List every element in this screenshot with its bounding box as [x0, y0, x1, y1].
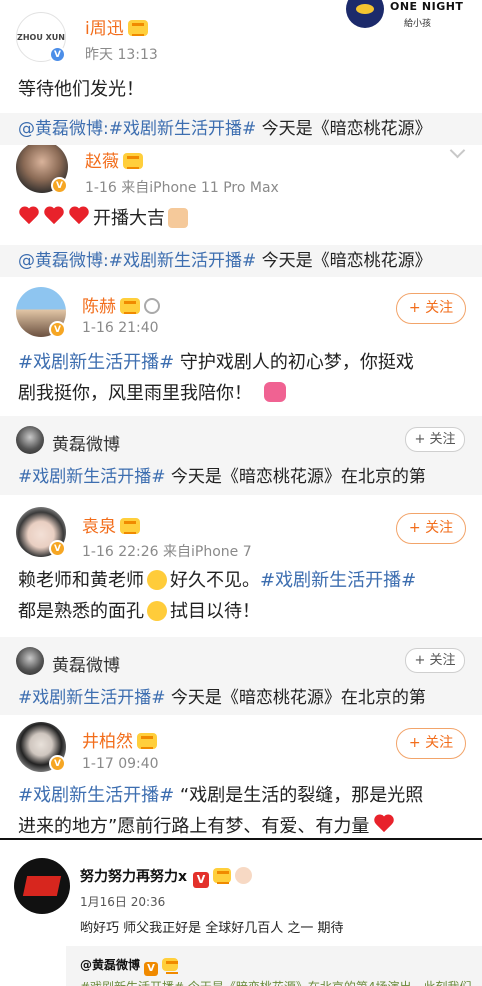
crown-icon	[123, 153, 143, 169]
repost-text: #戏剧新生活开播# 今天是《暗恋桃花源》在北京的第	[18, 467, 426, 487]
repost-card[interactable]: 黄磊微博 + 关注 #戏剧新生活开播# 今天是《暗恋桃花源》在北京的第	[0, 637, 482, 715]
crown-icon	[137, 733, 157, 749]
logo-subtitle: 給小孩	[404, 19, 432, 29]
repost-card[interactable]: 黄磊微博 + 关注 #戏剧新生活开播# 今天是《暗恋桃花源》在北京的第	[0, 416, 482, 495]
follow-button[interactable]: + 关注	[405, 648, 465, 673]
face-badge-icon	[235, 867, 253, 884]
avatar-text: ZHOU XUN	[17, 32, 65, 42]
verified-badge-icon: V	[49, 540, 66, 557]
heart-icon	[18, 207, 40, 227]
verified-v-icon: V	[193, 872, 210, 888]
post-text: #戏剧新生活开播# “戏剧是生活的裂缝，那是光照 进来的地方”愿前行路上有梦、有…	[18, 785, 424, 837]
author-name[interactable]: 井柏然	[82, 727, 157, 752]
crown-icon	[127, 20, 148, 36]
post-time: 1月16日 20:36	[80, 895, 166, 909]
post-comment: 努力努力再努力x V 1月16日 20:36 哟好巧 师父我正好是 全球好几百人 …	[0, 840, 482, 986]
author-name[interactable]: 黄磊微博	[52, 651, 120, 676]
post-text: 哟好巧 师父我正好是 全球好几百人 之一 期待	[80, 921, 344, 936]
logo-title: ONE NIGHT	[390, 0, 464, 13]
verified-badge-icon: V	[49, 321, 66, 338]
author-name[interactable]: i周迅	[85, 14, 148, 39]
crown-icon	[120, 298, 140, 314]
author-name[interactable]: 陈赫	[82, 292, 160, 317]
repost-bar[interactable]: @黄磊微博:#戏剧新生活开播# 今天是《暗恋桃花源》	[0, 245, 482, 277]
repost-text: #戏剧新生活开播# 今天是《暗恋桃花源》在北京的第	[18, 688, 426, 708]
post-text: #戏剧新生活开播# 守护戏剧人的初心梦，你挺戏 剧我挺你，风里雨里我陪你！	[18, 352, 414, 404]
post-text: 等待他们发光！	[18, 79, 144, 100]
post-yuanquan: V 袁泉 1-16 22:26 来自iPhone 7 + 关注 赖老师和黄老师好…	[0, 497, 482, 635]
crown-icon	[162, 958, 179, 974]
chevron-down-icon[interactable]	[449, 145, 466, 159]
heart-icon	[43, 207, 65, 227]
heart-icon	[68, 207, 90, 227]
post-text: 开播大吉	[18, 203, 191, 234]
heart-gift-icon	[264, 382, 286, 402]
post-jingboran: V 井柏然 1-17 09:40 + 关注 #戏剧新生活开播# “戏剧是生活的裂…	[0, 716, 482, 838]
avatar[interactable]	[16, 647, 44, 675]
repost-text: #戏剧新生活开播# 今天是《暗恋桃花源》在北京的第4场演出，此刻我们	[80, 978, 472, 986]
shocked-emoji-icon	[147, 601, 167, 621]
follow-button[interactable]: + 关注	[405, 427, 465, 452]
avatar-logo-icon	[22, 876, 62, 896]
avatar[interactable]	[16, 426, 44, 454]
repost-card[interactable]: @黄磊微博V #戏剧新生活开播# 今天是《暗恋桃花源》在北京的第4场演出，此刻我…	[66, 946, 482, 986]
laughing-emoji-icon	[147, 570, 167, 590]
globe-icon	[346, 0, 384, 28]
author-name[interactable]: 努力努力再努力x V	[80, 866, 253, 888]
crown-icon	[120, 518, 140, 534]
verified-v-icon: V	[144, 962, 159, 976]
post-time: 1-16 21:40	[82, 320, 159, 336]
post-chenhe: V 陈赫 1-16 21:40 + 关注 #戏剧新生活开播# 守护戏剧人的初心梦…	[0, 279, 482, 414]
medal-icon	[144, 298, 160, 314]
post-text: 赖老师和黄老师 好久不见。#戏剧新生活开播# 都是熟悉的面孔 拭目以待！	[18, 570, 417, 622]
heart-icon	[373, 815, 395, 835]
post-meta: 1-16 来自iPhone 11 Pro Max	[85, 180, 279, 196]
follow-button[interactable]: + 关注	[396, 728, 466, 759]
author-name[interactable]: 黄磊微博	[52, 430, 120, 455]
post-time: 昨天 13:13	[85, 47, 158, 63]
verified-badge-icon: V	[49, 46, 66, 63]
follow-button[interactable]: + 关注	[396, 293, 466, 324]
post-meta: 1-16 22:26 来自iPhone 7	[82, 544, 252, 560]
follow-button[interactable]: + 关注	[396, 513, 466, 544]
avatar[interactable]	[14, 858, 70, 914]
verified-badge-icon: V	[49, 755, 66, 772]
post-zhouxun: ZHOU XUN V i周迅 昨天 13:13 ONE NIGHT 給小孩 等待…	[0, 0, 482, 113]
post-zhaowei: V 赵薇 1-16 来自iPhone 11 Pro Max 开播大吉	[0, 145, 482, 241]
author-name[interactable]: 袁泉	[82, 512, 140, 537]
repost-bar[interactable]: @黄磊微博:#戏剧新生活开播# 今天是《暗恋桃花源》	[0, 113, 482, 145]
one-night-logo[interactable]: ONE NIGHT 給小孩	[344, 0, 482, 34]
post-time: 1-17 09:40	[82, 756, 159, 772]
author-name[interactable]: 赵薇	[85, 147, 143, 172]
thumbs-up-icon	[168, 208, 188, 228]
repost-text: @黄磊微博:#戏剧新生活开播# 今天是《暗恋桃花源》	[18, 119, 432, 139]
repost-author[interactable]: @黄磊微博 V	[80, 956, 179, 976]
crown-icon	[213, 868, 232, 884]
repost-text: @黄磊微博:#戏剧新生活开播# 今天是《暗恋桃花源》	[18, 251, 432, 271]
verified-badge-icon: V	[51, 177, 68, 194]
